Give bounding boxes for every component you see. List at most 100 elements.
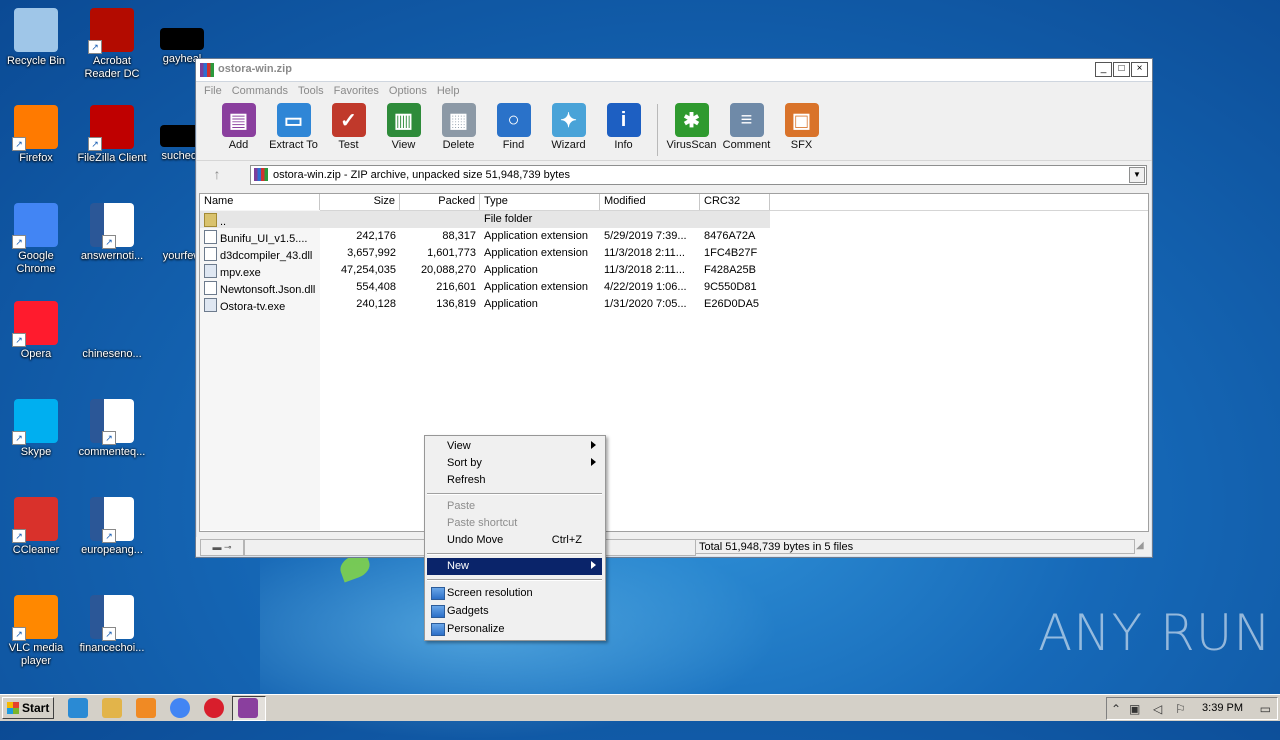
menu-tools[interactable]: Tools bbox=[293, 82, 329, 100]
desktop-icon[interactable]: Recycle Bin bbox=[0, 8, 72, 68]
file-modified: 1/31/2020 7:05... bbox=[604, 298, 687, 310]
resize-grip-icon[interactable]: ◢ bbox=[1136, 540, 1148, 552]
title-bar[interactable]: ostora-win.zip _ □ × bbox=[196, 59, 1152, 82]
dll-file-icon bbox=[204, 230, 217, 244]
delete-button[interactable]: ▦ Delete bbox=[431, 100, 486, 151]
desktop-icon[interactable]: ↗ answernoti... bbox=[76, 203, 148, 263]
desktop-icon[interactable]: ↗ Skype bbox=[0, 399, 72, 459]
start-button[interactable]: Start bbox=[2, 697, 54, 719]
show-desktop-icon[interactable]: ▭ bbox=[1260, 702, 1271, 716]
desktop-icon[interactable]: ↗ europeang... bbox=[76, 497, 148, 557]
submenu-arrow-icon bbox=[591, 561, 596, 569]
up-arrow-icon[interactable]: ↑ bbox=[206, 166, 228, 182]
winrar-icon[interactable] bbox=[238, 698, 258, 718]
network-icon[interactable]: ▣ bbox=[1129, 702, 1140, 716]
file-modified: 11/3/2018 2:11... bbox=[604, 247, 685, 259]
menu-item-undo-move[interactable]: Undo Move Ctrl+Z bbox=[427, 532, 602, 549]
shortcut-arrow-icon: ↗ bbox=[12, 529, 26, 543]
table-row[interactable]: mpv.exe 47,254,035 20,088,270 Application 11… bbox=[200, 262, 1148, 279]
menu-favorites[interactable]: Favorites bbox=[329, 82, 384, 100]
desktop-icon[interactable]: ↗ Opera bbox=[0, 301, 72, 361]
table-row[interactable]: Newtonsoft.Json.dll 554,408 216,601 Applica… bbox=[200, 279, 1148, 296]
desktop-icon[interactable]: ↗ FileZilla Client bbox=[76, 105, 148, 165]
table-row[interactable]: .. File folder bbox=[200, 211, 770, 228]
opera-icon[interactable] bbox=[204, 698, 224, 718]
file-size: 3,657,992 bbox=[347, 247, 396, 259]
test-button[interactable]: ✓ Test bbox=[321, 100, 376, 151]
info-button[interactable]: i Info bbox=[596, 100, 651, 151]
winrar-icon bbox=[200, 63, 214, 77]
folder-icon bbox=[204, 213, 217, 227]
column-header-crc32[interactable]: CRC32 bbox=[700, 194, 770, 210]
view-button[interactable]: ▥ View bbox=[376, 100, 431, 151]
action-center-flag-icon[interactable]: ⚐ bbox=[1175, 702, 1186, 716]
desktop-icon[interactable]: ↗ Google Chrome bbox=[0, 203, 72, 276]
desktop-icon[interactable]: ↗ Acrobat Reader DC bbox=[76, 8, 148, 81]
chrome-icon[interactable] bbox=[170, 698, 190, 718]
menu-item-sort-by[interactable]: Sort by bbox=[427, 455, 602, 472]
menu-item-refresh[interactable]: Refresh bbox=[427, 472, 602, 489]
desktop-icon[interactable]: ↗ commenteq... bbox=[76, 399, 148, 459]
menu-item-screen-resolution[interactable]: Screen resolution bbox=[427, 585, 602, 602]
menu-bar: File Commands Tools Favorites Options Help bbox=[196, 82, 1152, 100]
menu-item-gadgets[interactable]: Gadgets bbox=[427, 603, 602, 620]
find-button[interactable]: ○ Find bbox=[486, 100, 541, 151]
desktop-icon[interactable]: ↗ VLC media player bbox=[0, 595, 72, 668]
ie-icon[interactable] bbox=[68, 698, 88, 718]
table-row[interactable]: Ostora-tv.exe 240,128 136,819 Application 1/… bbox=[200, 296, 1148, 313]
menu-help[interactable]: Help bbox=[432, 82, 465, 100]
column-header-size[interactable]: Size bbox=[320, 194, 400, 210]
menu-item-personalize[interactable]: Personalize bbox=[427, 621, 602, 638]
volume-icon[interactable]: ◁ bbox=[1153, 702, 1162, 716]
desktop-icon[interactable]: ↗ CCleaner bbox=[0, 497, 72, 557]
desktop-icon[interactable]: chineseno... bbox=[76, 301, 148, 361]
document-icon bbox=[90, 301, 134, 345]
address-dropdown-button[interactable]: ▼ bbox=[1129, 167, 1145, 183]
address-bar[interactable]: ostora-win.zip - ZIP archive, unpacked s… bbox=[250, 165, 1147, 185]
minimize-button[interactable]: _ bbox=[1095, 62, 1112, 77]
desktop-icon-label: financechoi... bbox=[79, 642, 145, 654]
winrar-window[interactable]: ostora-win.zip _ □ × File Commands Tools Fa… bbox=[195, 58, 1153, 558]
column-header-modified[interactable]: Modified bbox=[600, 194, 700, 210]
file-type: Application bbox=[484, 298, 538, 310]
table-row[interactable]: d3dcompiler_43.dll 3,657,992 1,601,773 Appl… bbox=[200, 245, 1148, 262]
menu-item-paste-shortcut[interactable]: Paste shortcut bbox=[427, 515, 602, 532]
column-header-packed[interactable]: Packed bbox=[400, 194, 480, 210]
sfx-button[interactable]: ▣ SFX bbox=[774, 100, 829, 151]
anyrun-watermark: ANY RUN bbox=[1038, 604, 1272, 662]
system-tray: ⌃ ▣ ◁ ⚐ 3:39 PM ▭ bbox=[1106, 697, 1278, 720]
status-bar: ▬ ⊸ Total 51,948,739 bytes in 5 files ◢ bbox=[196, 537, 1150, 556]
menu-item-view[interactable]: View bbox=[427, 438, 602, 455]
menu-commands[interactable]: Commands bbox=[227, 82, 293, 100]
maximize-button[interactable]: □ bbox=[1113, 62, 1130, 77]
menu-file[interactable]: File bbox=[199, 82, 227, 100]
dll-file-icon bbox=[204, 281, 217, 295]
add-button[interactable]: ▤ Add bbox=[211, 100, 266, 151]
desktop-icon-label: CCleaner bbox=[12, 544, 60, 556]
vlc-icon: ↗ bbox=[12, 595, 58, 641]
menu-item-paste[interactable]: Paste bbox=[427, 498, 602, 515]
close-button[interactable]: × bbox=[1131, 62, 1148, 77]
clock[interactable]: 3:39 PM bbox=[1202, 702, 1243, 714]
virusscan-button[interactable]: ✱ VirusScan bbox=[664, 100, 719, 151]
tray-expand-icon[interactable]: ⌃ bbox=[1111, 702, 1121, 716]
column-header-type[interactable]: Type bbox=[480, 194, 600, 210]
table-row[interactable]: Bunifu_UI_v1.5.... 242,176 88,317 Applicati… bbox=[200, 228, 1148, 245]
file-modified: 4/22/2019 1:06... bbox=[604, 281, 687, 293]
menu-item-new[interactable]: New bbox=[427, 558, 602, 575]
desktop-icon-label: answernoti... bbox=[80, 250, 144, 262]
desktop-icon[interactable]: ↗ financechoi... bbox=[76, 595, 148, 655]
file-type: Application extension bbox=[484, 230, 588, 242]
delete-trash-icon: ▦ bbox=[441, 103, 476, 137]
comment-button[interactable]: ≡ Comment bbox=[719, 100, 774, 151]
toolbar-label: Wizard bbox=[551, 139, 586, 151]
menu-options[interactable]: Options bbox=[384, 82, 432, 100]
desktop-icon[interactable]: ↗ Firefox bbox=[0, 105, 72, 165]
column-header-name[interactable]: Name bbox=[200, 194, 320, 210]
menu-separator bbox=[427, 493, 602, 495]
extract-to-button[interactable]: ▭ Extract To bbox=[266, 100, 321, 151]
file-list[interactable]: Name Size Packed Type Modified CRC32 .. F… bbox=[199, 193, 1149, 532]
wizard-button[interactable]: ✦ Wizard bbox=[541, 100, 596, 151]
media-player-icon[interactable] bbox=[136, 698, 156, 718]
explorer-icon[interactable] bbox=[102, 698, 122, 718]
